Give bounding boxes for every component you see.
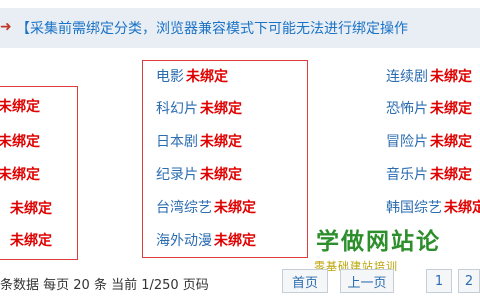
- category-name: 科幻片: [156, 101, 198, 117]
- binding-status: 未绑定: [214, 233, 256, 249]
- category-name: 日本剧: [156, 134, 198, 150]
- prev-page-button[interactable]: 上一页: [340, 269, 394, 293]
- category-name: 电影: [156, 69, 184, 85]
- binding-status: 未绑定: [0, 134, 40, 150]
- category-name: 台湾综艺: [156, 200, 212, 216]
- category-name: 音乐片: [386, 167, 428, 183]
- category-row[interactable]: 纪录片 未绑定: [156, 164, 242, 184]
- binding-status: 未绑定: [10, 233, 52, 249]
- category-row[interactable]: 日本剧 未绑定: [156, 131, 242, 151]
- category-name: 韩国综艺: [386, 200, 442, 216]
- category-name: 连续剧: [386, 69, 428, 85]
- category-row[interactable]: 未绑定: [0, 131, 40, 151]
- binding-status: 未绑定: [0, 167, 40, 183]
- binding-status: 未绑定: [10, 201, 52, 217]
- pagination-bar: 条数据 每页 20 条 当前 1/250 页码 首页 上一页 1 2: [0, 264, 480, 300]
- binding-status: 未绑定: [200, 101, 242, 117]
- binding-status: 未绑定: [430, 134, 472, 150]
- category-name: 恐怖片: [386, 101, 428, 117]
- category-name: 纪录片: [156, 167, 198, 183]
- category-group-2: [142, 60, 308, 258]
- category-row[interactable]: 未绑定: [0, 96, 40, 116]
- category-row[interactable]: 冒险片 未绑定: [386, 131, 472, 151]
- category-row[interactable]: 未绑定: [10, 230, 52, 250]
- notice-bar: ➜ 【采集前需绑定分类，浏览器兼容模式下可能无法进行绑定操作: [0, 8, 480, 48]
- binding-status: 未绑定: [430, 69, 472, 85]
- category-row[interactable]: 连续剧 未绑定: [386, 66, 472, 86]
- binding-status: 未绑定: [444, 200, 480, 216]
- binding-status: 未绑定: [430, 167, 472, 183]
- notice-text: 【采集前需绑定分类，浏览器兼容模式下可能无法进行绑定操作: [16, 21, 408, 37]
- category-row[interactable]: 科幻片 未绑定: [156, 98, 242, 118]
- category-row[interactable]: 海外动漫 未绑定: [156, 230, 256, 250]
- arrow-icon: ➜: [0, 19, 12, 35]
- category-row[interactable]: 电影 未绑定: [156, 66, 228, 86]
- page-2-button[interactable]: 2: [458, 269, 480, 293]
- binding-status: 未绑定: [200, 167, 242, 183]
- binding-status: 未绑定: [186, 69, 228, 85]
- binding-status: 未绑定: [214, 200, 256, 216]
- page-1-button[interactable]: 1: [426, 269, 452, 293]
- first-page-button[interactable]: 首页: [282, 269, 328, 293]
- category-row[interactable]: 韩国综艺 未绑定: [386, 197, 480, 217]
- category-row[interactable]: 未绑定: [0, 164, 40, 184]
- binding-status: 未绑定: [200, 134, 242, 150]
- pagination-info: 条数据 每页 20 条 当前 1/250 页码: [0, 278, 209, 293]
- binding-status: 未绑定: [0, 99, 40, 115]
- category-name: 冒险片: [386, 134, 428, 150]
- category-row[interactable]: 恐怖片 未绑定: [386, 98, 472, 118]
- watermark-text: 学做网站论: [316, 228, 441, 255]
- category-name: 海外动漫: [156, 233, 212, 249]
- category-row[interactable]: 音乐片 未绑定: [386, 164, 472, 184]
- category-row[interactable]: 未绑定: [10, 198, 52, 218]
- binding-status: 未绑定: [430, 101, 472, 117]
- category-row[interactable]: 台湾综艺 未绑定: [156, 197, 256, 217]
